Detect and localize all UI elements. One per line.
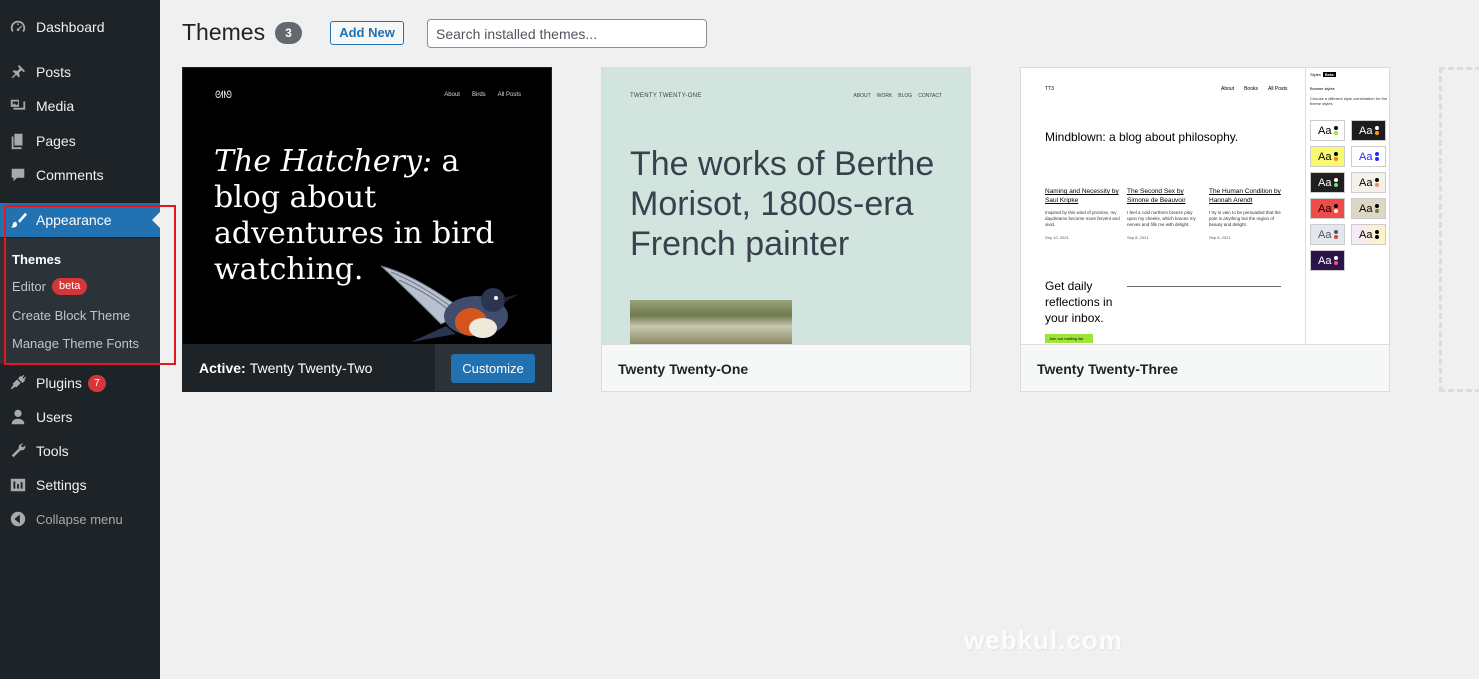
plugins-update-badge: 7	[87, 374, 106, 392]
watermark: webkul.com	[964, 625, 1123, 655]
style-swatch: Aa	[1351, 120, 1386, 141]
theme-screenshot: TT3 About Books All Posts Mindblown: a b…	[1021, 68, 1389, 344]
style-swatch: Aa	[1310, 146, 1345, 167]
user-icon	[8, 407, 28, 427]
plugin-icon	[8, 373, 28, 393]
preview-nav: About Books All Posts	[1221, 86, 1288, 92]
menu-item-label: Pages	[36, 133, 76, 149]
menu-item-dashboard[interactable]: Dashboard	[0, 10, 160, 44]
style-swatch: Aa	[1351, 146, 1386, 167]
preview-logo: TT3	[1045, 86, 1054, 92]
preview-nav: About Birds All Posts	[444, 92, 521, 98]
pin-icon	[8, 62, 28, 82]
preview-join-button: Join our mailing list	[1045, 334, 1093, 343]
collapse-menu-button[interactable]: Collapse menu	[0, 505, 123, 533]
submenu-item-themes[interactable]: Themes	[12, 252, 61, 267]
theme-screenshot: ᘛᘚ About Birds All Posts The Hatchery: a…	[183, 68, 551, 344]
menu-item-label: Users	[36, 409, 73, 425]
menu-item-settings[interactable]: Settings	[0, 468, 160, 502]
style-swatch: Aa	[1310, 172, 1345, 193]
preview-title: The works of Berthe Morisot, 1800s-era F…	[630, 145, 935, 263]
add-new-theme-placeholder[interactable]	[1439, 67, 1479, 392]
theme-name: Twenty Twenty-Three	[1037, 360, 1179, 377]
painting-image	[630, 300, 792, 344]
preview-title: Mindblown: a blog about philosophy.	[1045, 130, 1239, 144]
menu-item-tools[interactable]: Tools	[0, 434, 160, 468]
menu-item-plugins[interactable]: Plugins 7	[0, 366, 160, 400]
style-swatch: Aa	[1310, 120, 1345, 141]
customize-button[interactable]: Customize	[451, 353, 535, 383]
style-swatch: Aa	[1351, 172, 1386, 193]
styles-panel-header: Styles Beta	[1310, 72, 1336, 77]
paintbrush-icon	[8, 210, 28, 230]
style-swatch: Aa	[1351, 198, 1386, 219]
menu-item-label: Plugins	[36, 375, 82, 391]
preview-post: The Human Condition by Hannah Arendt I t…	[1209, 188, 1281, 240]
bird-illustration	[380, 265, 519, 342]
menu-item-label: Media	[36, 98, 75, 114]
beta-badge: beta	[51, 278, 88, 295]
theme-card-twenty-twenty-two[interactable]: ᘛᘚ About Birds All Posts The Hatchery: a…	[182, 67, 552, 392]
style-swatch: Aa	[1310, 198, 1345, 219]
menu-item-appearance[interactable]: Appearance	[0, 203, 160, 237]
submenu-item-manage-theme-fonts[interactable]: Manage Theme Fonts	[12, 336, 139, 351]
styles-panel-desc: Choose a different style combination for…	[1310, 96, 1388, 106]
menu-item-label: Appearance	[36, 212, 112, 228]
preview-post: The Second Sex by Simone de Beauvoir I f…	[1127, 188, 1196, 240]
theme-name: Twenty Twenty-One	[618, 360, 749, 377]
submenu-item-create-block-theme[interactable]: Create Block Theme	[12, 308, 130, 323]
menu-item-label: Comments	[36, 167, 104, 183]
styles-panel: Styles Beta Browse styles Choose a differ…	[1305, 68, 1389, 344]
menu-item-label: Settings	[36, 477, 87, 493]
theme-screenshot: TWENTY TWENTY-ONE ABOUT WORK BLOG CONTAC…	[602, 68, 970, 344]
menu-item-media[interactable]: Media	[0, 89, 160, 123]
menu-item-label: Dashboard	[36, 19, 105, 35]
menu-item-users[interactable]: Users	[0, 400, 160, 434]
theme-card-twenty-twenty-three[interactable]: TT3 About Books All Posts Mindblown: a b…	[1020, 67, 1390, 392]
appearance-submenu: Themes Editor beta Create Block Theme Ma…	[0, 238, 160, 364]
customize-button-wrap: Customize	[435, 344, 551, 391]
menu-item-posts[interactable]: Posts	[0, 55, 160, 89]
add-new-theme-button[interactable]: Add New	[330, 21, 404, 45]
admin-sidebar: Dashboard Posts Media Pages Comments App…	[0, 0, 176, 679]
style-swatch: Aa	[1351, 224, 1386, 245]
preview-nav: ABOUT WORK BLOG CONTACT	[853, 93, 943, 99]
theme-footer: Active: Twenty Twenty-Two Customize	[183, 344, 551, 391]
collapse-menu-label: Collapse menu	[36, 511, 123, 527]
media-icon	[8, 96, 28, 116]
preview-brand: TWENTY TWENTY-ONE	[630, 93, 702, 99]
collapse-arrow-icon	[9, 510, 27, 528]
page-title: Themes	[182, 19, 266, 45]
comment-icon	[8, 165, 28, 185]
active-label: Active:	[199, 360, 246, 376]
preview-post: Naming and Necessity by Saul Kripke Insp…	[1045, 188, 1120, 240]
style-swatch: Aa	[1310, 250, 1345, 271]
menu-item-label: Posts	[36, 64, 72, 80]
theme-footer: Twenty Twenty-Three	[1021, 344, 1389, 391]
theme-name: Twenty Twenty-Two	[249, 360, 373, 376]
theme-count-badge: 3	[275, 22, 302, 44]
style-swatch: Aa	[1310, 224, 1345, 245]
submenu-item-editor[interactable]: Editor beta	[12, 278, 88, 295]
dashboard-icon	[8, 17, 28, 37]
preview-cta: Get daily reflections in your inbox.	[1045, 279, 1113, 325]
menu-item-comments[interactable]: Comments	[0, 158, 160, 192]
menu-item-label: Tools	[36, 443, 69, 459]
styles-panel-sub: Browse styles	[1310, 86, 1335, 91]
preview-logo: ᘛᘚ	[215, 90, 233, 101]
settings-icon	[8, 475, 28, 495]
divider	[1127, 286, 1281, 287]
menu-item-pages[interactable]: Pages	[0, 124, 160, 158]
pages-icon	[8, 131, 28, 151]
theme-footer: Twenty Twenty-One	[602, 344, 970, 391]
search-themes-input[interactable]	[427, 19, 707, 48]
wrench-icon	[8, 441, 28, 461]
theme-card-twenty-twenty-one[interactable]: TWENTY TWENTY-ONE ABOUT WORK BLOG CONTAC…	[601, 67, 971, 392]
